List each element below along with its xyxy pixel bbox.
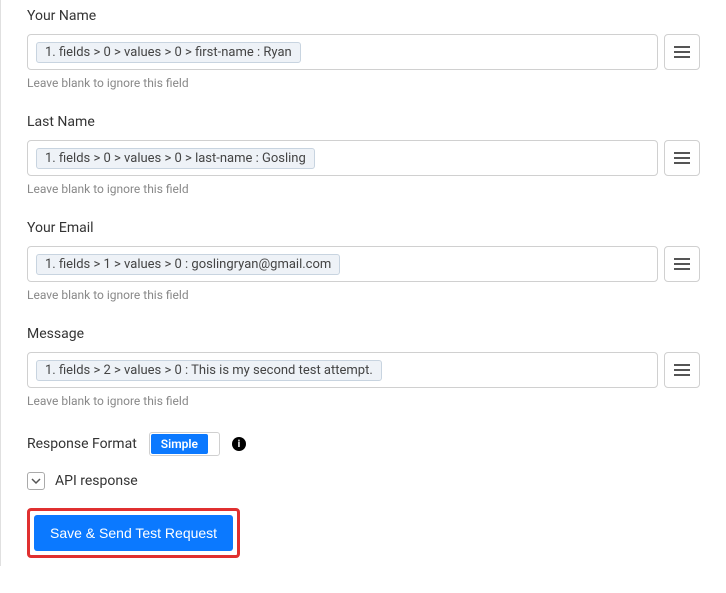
field-label: Last Name <box>27 114 700 130</box>
mapping-input[interactable]: 1. fields > 2 > values > 0 : This is my … <box>27 352 658 388</box>
hamburger-icon <box>674 46 690 48</box>
toggle-knob <box>208 435 218 453</box>
hamburger-icon <box>674 364 690 366</box>
response-format-label: Response Format <box>27 436 137 452</box>
field-message: Message 1. fields > 2 > values > 0 : Thi… <box>27 326 700 408</box>
mapping-input[interactable]: 1. fields > 0 > values > 0 > last-name :… <box>27 140 658 176</box>
input-row: 1. fields > 0 > values > 0 > first-name … <box>27 34 700 70</box>
mapping-input[interactable]: 1. fields > 1 > values > 0 : goslingryan… <box>27 246 658 282</box>
options-button[interactable] <box>664 140 700 176</box>
helper-text: Leave blank to ignore this field <box>27 288 700 302</box>
response-format-toggle[interactable]: Simple <box>149 432 220 456</box>
toggle-active-label: Simple <box>151 434 208 454</box>
highlighted-button-frame: Save & Send Test Request <box>27 508 240 558</box>
field-your-email: Your Email 1. fields > 1 > values > 0 : … <box>27 220 700 302</box>
field-label: Your Name <box>27 8 700 24</box>
options-button[interactable] <box>664 352 700 388</box>
info-icon[interactable]: i <box>232 437 246 451</box>
field-last-name: Last Name 1. fields > 0 > values > 0 > l… <box>27 114 700 196</box>
input-row: 1. fields > 0 > values > 0 > last-name :… <box>27 140 700 176</box>
response-format-row: Response Format Simple i <box>27 432 700 456</box>
helper-text: Leave blank to ignore this field <box>27 76 700 90</box>
field-label: Message <box>27 326 700 342</box>
helper-text: Leave blank to ignore this field <box>27 182 700 196</box>
mapping-input[interactable]: 1. fields > 0 > values > 0 > first-name … <box>27 34 658 70</box>
field-your-name: Your Name 1. fields > 0 > values > 0 > f… <box>27 8 700 90</box>
mapping-pill[interactable]: 1. fields > 0 > values > 0 > last-name :… <box>36 148 315 169</box>
api-response-row: API response <box>27 472 700 490</box>
input-row: 1. fields > 2 > values > 0 : This is my … <box>27 352 700 388</box>
hamburger-icon <box>674 152 690 154</box>
options-button[interactable] <box>664 34 700 70</box>
save-send-test-button[interactable]: Save & Send Test Request <box>34 515 233 551</box>
hamburger-icon <box>674 258 690 260</box>
helper-text: Leave blank to ignore this field <box>27 394 700 408</box>
mapping-pill[interactable]: 1. fields > 1 > values > 0 : goslingryan… <box>36 254 340 275</box>
options-button[interactable] <box>664 246 700 282</box>
api-response-label: API response <box>55 473 138 489</box>
expand-toggle[interactable] <box>27 472 45 490</box>
input-row: 1. fields > 1 > values > 0 : goslingryan… <box>27 246 700 282</box>
mapping-pill[interactable]: 1. fields > 0 > values > 0 > first-name … <box>36 42 301 63</box>
field-label: Your Email <box>27 220 700 236</box>
chevron-down-icon <box>31 476 41 486</box>
mapping-pill[interactable]: 1. fields > 2 > values > 0 : This is my … <box>36 360 382 381</box>
